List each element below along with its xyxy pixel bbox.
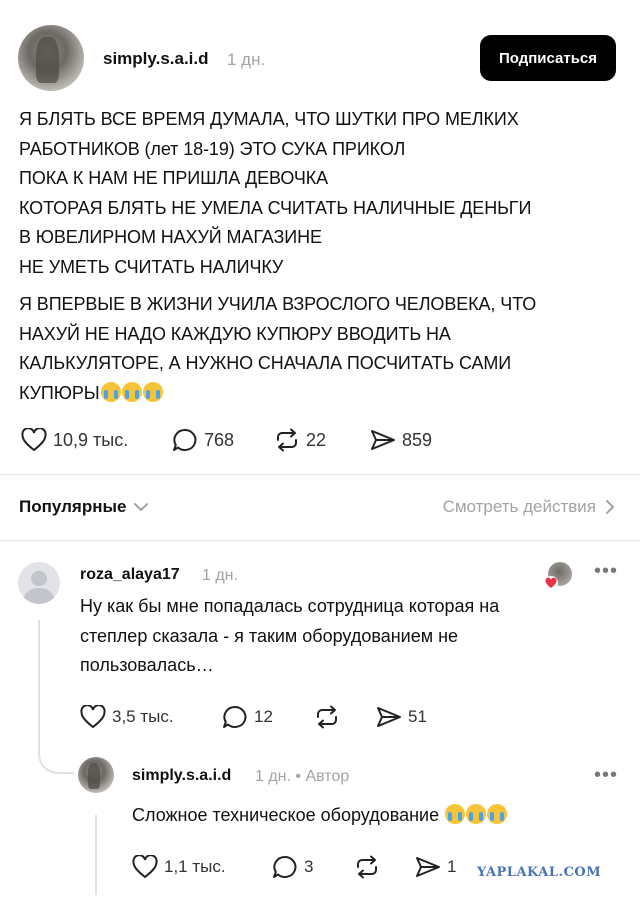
send-arrow-icon <box>416 857 440 877</box>
repost-arrows-icon <box>277 428 297 452</box>
reply-likes-count: 1,1 тыс. <box>164 857 226 876</box>
reply-replies-count: 3 <box>304 857 314 876</box>
crying-emoji-icon <box>487 804 508 824</box>
repost-arrows-icon <box>317 705 337 729</box>
post-line: КУПЮРЫ <box>19 382 100 403</box>
heart-icon <box>21 428 47 452</box>
speech-bubble-icon <box>223 705 247 728</box>
post-reposts-count: 22 <box>306 429 327 450</box>
comment-share-button[interactable]: 51 <box>376 705 427 729</box>
post-line-last: КУПЮРЫ <box>19 379 536 409</box>
comment-repost-button[interactable] <box>314 705 340 729</box>
send-arrow-icon <box>371 430 395 450</box>
reply-body: Сложное техническое оборудование <box>132 801 508 831</box>
post-replies-count: 768 <box>204 429 235 450</box>
comment-replies-count: 12 <box>254 707 273 726</box>
comment-reply-button[interactable]: 12 <box>222 705 273 729</box>
post-line: НЕ УМЕТЬ СЧИТАТЬ НАЛИЧКУ <box>19 256 284 277</box>
post-line: ПОКА К НАМ НЕ ПРИШЛА ДЕВОЧКА <box>19 168 329 188</box>
post-repost-button[interactable]: 22 <box>274 428 326 452</box>
comment-time: 1 дн. <box>202 567 238 584</box>
reply-time-author-tag: 1 дн. • Автор <box>255 768 350 785</box>
repost-arrows-icon <box>357 855 377 879</box>
comment-like-button[interactable]: 3,5 тыс. <box>80 705 174 729</box>
reply-repost-button[interactable] <box>354 855 380 879</box>
reply-author-avatar[interactable] <box>78 757 114 793</box>
comment-line: степлер сказала - я таким оборудованием … <box>80 625 459 646</box>
post-shares-count: 859 <box>402 429 433 450</box>
thread-connector <box>95 815 97 895</box>
comment-line: пользовалась… <box>80 655 214 675</box>
crying-emoji-icon <box>445 804 466 824</box>
post-paragraph-2: Я ВПЕРВЫЕ В ЖИЗНИ УЧИЛА ВЗРОСЛОГО ЧЕЛОВЕ… <box>19 290 536 408</box>
post-line: РАБОТНИКОВ (лет 18-19) ЭТО СУКА ПРИКОЛ <box>19 138 406 159</box>
post-line: НАХУЙ НЕ НАДО КАЖДУЮ КУПЮРУ ВВОДИТЬ НА <box>19 323 451 344</box>
heart-icon <box>80 705 106 729</box>
post-paragraph-1: Я БЛЯТЬ ВСЕ ВРЕМЯ ДУМАЛА, ЧТО ШУТКИ ПРО … <box>19 105 531 282</box>
post-line: Я ВПЕРВЫЕ В ЖИЗНИ УЧИЛА ВЗРОСЛОГО ЧЕЛОВЕ… <box>19 294 537 314</box>
see-activity-link[interactable]: Смотреть действия <box>443 497 616 517</box>
chevron-right-icon <box>606 500 614 514</box>
post-time: 1 дн. <box>227 50 266 69</box>
divider <box>0 540 640 541</box>
reply-reply-button[interactable]: 3 <box>272 855 313 879</box>
reply-share-button[interactable]: 1 <box>415 855 456 879</box>
post-share-button[interactable]: 859 <box>370 428 432 452</box>
post-line: КОТОРАЯ БЛЯТЬ НЕ УМЕЛА СЧИТАТЬ НАЛИЧНЫЕ … <box>19 197 532 218</box>
send-arrow-icon <box>377 707 401 727</box>
reply-text: Сложное техническое оборудование <box>132 805 440 825</box>
comment-author-avatar[interactable] <box>18 562 60 604</box>
site-watermark: YAPLAKAL.COM <box>477 865 602 880</box>
post-line: Я БЛЯТЬ ВСЕ ВРЕМЯ ДУМАЛА, ЧТО ШУТКИ ПРО … <box>19 109 519 129</box>
post-line: КАЛЬКУЛЯТОРЕ, А НУЖНО СНАЧАЛА ПОСЧИТАТЬ … <box>19 353 512 373</box>
comment-shares-count: 51 <box>408 707 427 726</box>
speech-bubble-icon <box>273 855 297 878</box>
thread-connector <box>38 620 74 774</box>
sort-dropdown[interactable]: Популярные <box>19 497 149 517</box>
reply-like-button[interactable]: 1,1 тыс. <box>132 855 226 879</box>
more-dots-icon[interactable]: ••• <box>594 560 618 583</box>
chevron-down-icon <box>134 503 149 511</box>
divider <box>0 474 640 475</box>
post-reply-button[interactable]: 768 <box>172 428 234 452</box>
reply-author-username[interactable]: simply.s.a.i.d <box>132 767 231 785</box>
author-liked-indicator <box>544 562 572 590</box>
subscribe-button[interactable]: Подписаться <box>480 35 616 81</box>
speech-bubble-icon <box>173 428 197 451</box>
comment-body: Ну как бы мне попадалась сотрудница кото… <box>80 592 499 681</box>
crying-emoji-icon <box>142 381 163 402</box>
post-author-username[interactable]: simply.s.a.i.d <box>103 49 209 69</box>
sort-label: Популярные <box>19 497 127 516</box>
crying-emoji-icon <box>466 804 487 824</box>
heart-filled-icon <box>544 576 558 590</box>
post-line: В ЮВЕЛИРНОМ НАХУЙ МАГАЗИНЕ <box>19 227 322 247</box>
crying-emoji-icon <box>121 381 142 402</box>
more-dots-icon[interactable]: ••• <box>594 764 618 787</box>
comment-likes-count: 3,5 тыс. <box>112 707 174 726</box>
heart-icon <box>132 855 158 879</box>
comment-line: Ну как бы мне попадалась сотрудница кото… <box>80 596 500 616</box>
crying-emoji-icon <box>100 381 121 402</box>
post-likes-count: 10,9 тыс. <box>53 429 129 450</box>
post-like-button[interactable]: 10,9 тыс. <box>21 428 128 452</box>
see-activity-label: Смотреть действия <box>442 497 596 516</box>
post-author-avatar[interactable] <box>18 25 84 91</box>
comment-author-username[interactable]: roza_alaya17 <box>80 566 180 584</box>
reply-shares-count: 1 <box>447 857 457 876</box>
